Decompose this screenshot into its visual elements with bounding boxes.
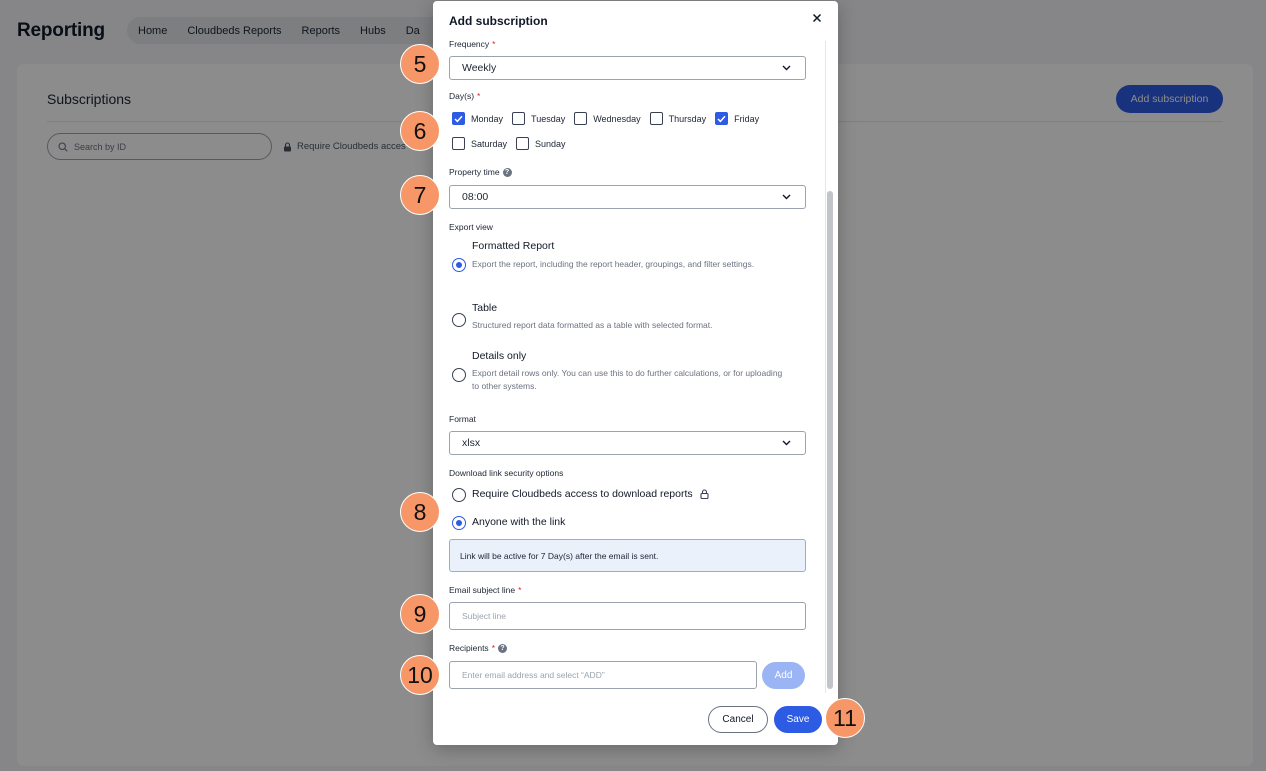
step-marker-5: 5 [400, 44, 440, 84]
cancel-button[interactable]: Cancel [708, 706, 768, 733]
days-row-1: Monday Tuesday Wednesday Thursday Friday [452, 112, 768, 125]
option-title-wrap: Require Cloudbeds access to download rep… [472, 488, 709, 500]
chevron-down-icon [782, 65, 791, 71]
check-icon [717, 115, 726, 122]
radio[interactable] [452, 368, 466, 382]
help-icon[interactable]: ? [502, 168, 512, 178]
day-checkbox-friday[interactable]: Friday [715, 112, 759, 125]
checkbox[interactable] [452, 137, 465, 150]
recipients-input[interactable]: Enter email address and select “ADD” [449, 661, 757, 689]
option-title: Anyone with the link [472, 516, 566, 528]
checkbox[interactable] [574, 112, 588, 125]
close-icon[interactable] [810, 11, 824, 25]
link-info-box: Link will be active for 7 Day(s) after t… [449, 539, 806, 572]
add-recipient-button[interactable]: Add [762, 662, 805, 689]
day-checkbox-thursday[interactable]: Thursday [649, 112, 706, 125]
radio[interactable] [452, 313, 466, 327]
option-title: Formatted Report [472, 240, 555, 252]
option-description: Export detail rows only. You can use thi… [472, 368, 783, 391]
property-time-label: Property time? [449, 167, 512, 178]
frequency-value: Weekly [462, 62, 497, 74]
checkbox[interactable] [516, 137, 530, 150]
save-button[interactable]: Save [774, 706, 822, 733]
checkbox[interactable] [649, 112, 663, 125]
day-checkbox-wednesday[interactable]: Wednesday [574, 112, 641, 125]
email-subject-placeholder: Subject line [462, 611, 506, 621]
checkbox-checked[interactable] [452, 112, 465, 125]
days-row-2: Saturday Sunday [452, 137, 575, 150]
frequency-label: Frequency * [449, 39, 496, 49]
property-time-value: 08:00 [462, 191, 489, 203]
radio[interactable] [452, 488, 466, 502]
format-value: xlsx [462, 437, 481, 449]
modal-title: Add subscription [449, 14, 548, 28]
option-title: Table [472, 302, 498, 314]
scrollbar-track [825, 41, 826, 693]
recipients-label: Recipients *? [449, 643, 507, 654]
checkbox-checked[interactable] [715, 112, 729, 125]
step-marker-8: 8 [400, 492, 440, 532]
chevron-down-icon [782, 440, 791, 446]
step-marker-10: 10 [400, 655, 440, 695]
scrollbar-thumb[interactable] [827, 191, 833, 689]
step-marker-11: 11 [825, 698, 865, 738]
radio-selected[interactable] [452, 258, 466, 272]
security-label: Download link security options [449, 468, 564, 478]
day-checkbox-tuesday[interactable]: Tuesday [512, 112, 565, 125]
add-subscription-modal: Add subscription Frequency * Weekly Day(s… [433, 1, 838, 745]
option-title: Details only [472, 350, 527, 362]
help-icon[interactable]: ? [498, 644, 507, 654]
email-subject-label: Email subject line * [449, 585, 522, 595]
format-label: Format [449, 414, 476, 424]
step-marker-7: 7 [400, 175, 440, 215]
frequency-select[interactable]: Weekly [449, 56, 806, 80]
export-view-label: Export view [449, 222, 493, 232]
day-checkbox-saturday[interactable]: Saturday [452, 137, 507, 150]
lock-icon [700, 489, 709, 499]
option-description: Structured report data formatted as a ta… [472, 320, 713, 330]
email-subject-input[interactable]: Subject line [449, 602, 806, 630]
link-info-text: Link will be active for 7 Day(s) after t… [460, 550, 659, 561]
option-title: Require Cloudbeds access to download rep… [472, 488, 693, 500]
day-checkbox-monday[interactable]: Monday [452, 112, 503, 125]
check-icon [454, 115, 463, 122]
option-description: Export the report, including the report … [472, 259, 755, 269]
format-select[interactable]: xlsx [449, 431, 806, 455]
radio-selected[interactable] [452, 516, 466, 530]
days-label: Day(s) * [449, 91, 481, 101]
step-marker-9: 9 [400, 594, 440, 634]
checkbox[interactable] [512, 112, 526, 125]
step-marker-6: 6 [400, 111, 440, 151]
chevron-down-icon [782, 194, 791, 200]
day-checkbox-sunday[interactable]: Sunday [516, 137, 566, 150]
property-time-select[interactable]: 08:00 [449, 185, 806, 209]
recipients-placeholder: Enter email address and select “ADD” [462, 670, 605, 680]
